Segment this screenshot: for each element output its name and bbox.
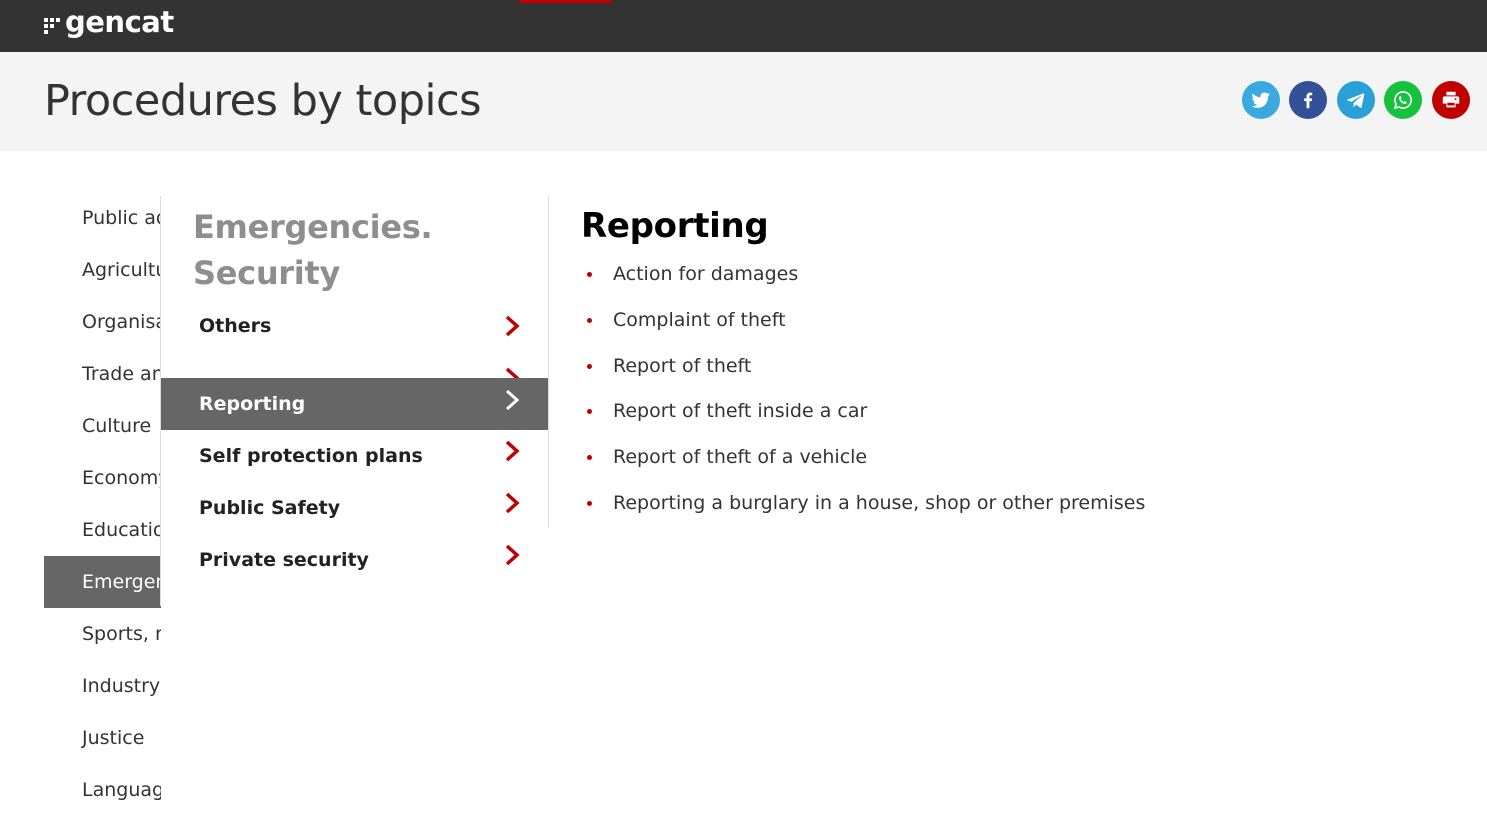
procedure-label[interactable]: Report of theft <box>613 355 751 377</box>
procedure-link[interactable]: Report of theft inside a car <box>581 389 1145 435</box>
procedure-link[interactable]: Action for damages <box>581 252 1145 298</box>
procedure-label[interactable]: Report of theft inside a car <box>613 400 867 422</box>
procedure-link[interactable]: Report of theft <box>581 344 1145 390</box>
chevron-right-icon <box>505 492 520 514</box>
topic-item[interactable]: Public administration <box>44 192 161 244</box>
print-icon <box>1442 91 1460 108</box>
top-bar-accent <box>519 0 612 3</box>
topic-item[interactable]: Justice <box>44 712 161 764</box>
submenu-title-line2: Security <box>193 254 341 292</box>
print-button[interactable] <box>1432 81 1470 119</box>
chevron-right-icon <box>505 315 520 337</box>
submenu-title: Emergencies. Security <box>193 204 433 296</box>
subtopic-item-self-protection[interactable]: Self protection plans <box>161 430 548 482</box>
subtopic-item-public-safety[interactable]: Public Safety <box>161 482 548 534</box>
procedure-label[interactable]: Action for damages <box>613 263 798 285</box>
topic-item[interactable]: Trade and consumption <box>44 348 161 400</box>
whatsapp-icon <box>1393 91 1412 110</box>
subtopics-panel: Emergencies. Security Others Reporting S… <box>161 196 548 596</box>
page-title: Procedures by topics <box>44 76 482 126</box>
chevron-right-icon <box>505 367 520 378</box>
gencat-logo[interactable]: gencat <box>44 2 174 42</box>
subtopic-item-reporting[interactable]: Reporting <box>161 378 548 430</box>
facebook-icon <box>1304 92 1313 109</box>
subtopic-item-others[interactable]: Others <box>161 300 548 352</box>
procedure-link[interactable]: Report of theft of a vehicle <box>581 435 1145 481</box>
brand-name: gencat <box>65 5 174 39</box>
bullet-icon <box>587 272 592 277</box>
twitter-icon <box>1251 92 1271 108</box>
chevron-right-icon <box>505 389 520 411</box>
topics-nav: Public administration Agriculture Organi… <box>44 192 161 816</box>
subtopic-label: Others <box>199 315 272 337</box>
procedures-list: Action for damages Complaint of theft Re… <box>581 252 1145 527</box>
topic-item[interactable]: Culture <box>44 400 161 452</box>
submenu-title-line1: Emergencies. <box>193 208 433 246</box>
bullet-icon <box>587 363 592 369</box>
subtopic-item-private-security[interactable]: Private security <box>161 534 548 586</box>
topic-item[interactable]: Economy <box>44 452 161 504</box>
content-heading: Reporting <box>581 206 769 246</box>
topic-item[interactable]: Agriculture <box>44 244 161 296</box>
bullet-icon <box>587 500 592 506</box>
topic-item[interactable]: Sports, recreation <box>44 608 161 660</box>
bullet-icon <box>587 409 592 415</box>
procedure-label[interactable]: Reporting a burglary in a house, shop or… <box>613 492 1145 514</box>
subtopic-label: Public Safety <box>199 497 341 519</box>
bullet-icon <box>587 455 592 461</box>
topic-item[interactable]: Language <box>44 764 161 816</box>
procedure-label[interactable]: Complaint of theft <box>613 309 786 331</box>
chevron-right-icon <box>505 544 520 566</box>
procedure-label[interactable]: Report of theft of a vehicle <box>613 446 867 468</box>
chevron-right-icon <box>505 440 520 462</box>
topic-item[interactable]: Industry <box>44 660 161 712</box>
bullet-icon <box>587 317 592 323</box>
facebook-share-button[interactable] <box>1289 81 1327 119</box>
whatsapp-share-button[interactable] <box>1384 81 1422 119</box>
subtopic-label: Private security <box>199 549 369 571</box>
gencat-logo-icon <box>44 15 62 34</box>
procedure-link[interactable]: Reporting a burglary in a house, shop or… <box>581 481 1145 527</box>
top-bar: gencat <box>0 0 1487 52</box>
telegram-icon <box>1346 93 1365 108</box>
procedure-link[interactable]: Complaint of theft <box>581 298 1145 344</box>
topic-item-active[interactable]: Emergencies. Security <box>44 556 161 608</box>
submenu-right-divider <box>548 196 549 528</box>
subtopic-label: Self protection plans <box>199 445 423 467</box>
subtopic-label: Reporting <box>199 393 306 415</box>
telegram-share-button[interactable] <box>1337 81 1375 119</box>
procedures-content: Reporting Action for damages Complaint o… <box>581 200 1461 514</box>
topic-item[interactable]: Education <box>44 504 161 556</box>
topic-item[interactable]: Organisations <box>44 296 161 348</box>
subtopic-item-hidden[interactable] <box>161 352 548 378</box>
twitter-share-button[interactable] <box>1242 81 1280 119</box>
